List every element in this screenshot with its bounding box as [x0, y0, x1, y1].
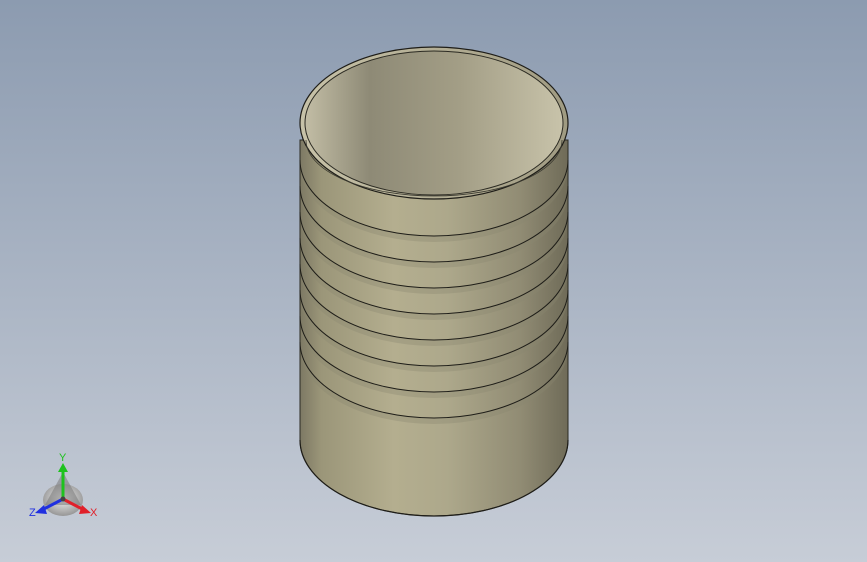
triad-origin [60, 496, 66, 502]
3d-scene[interactable]: Y X Z [0, 0, 867, 562]
pipe-inner-opening [304, 50, 564, 196]
threaded-pipe-model[interactable] [299, 46, 569, 517]
z-axis-label: Z [29, 507, 36, 519]
graphics-viewport[interactable]: Y X Z [0, 0, 867, 562]
y-axis-label: Y [59, 452, 67, 464]
x-axis-label: X [90, 507, 98, 519]
